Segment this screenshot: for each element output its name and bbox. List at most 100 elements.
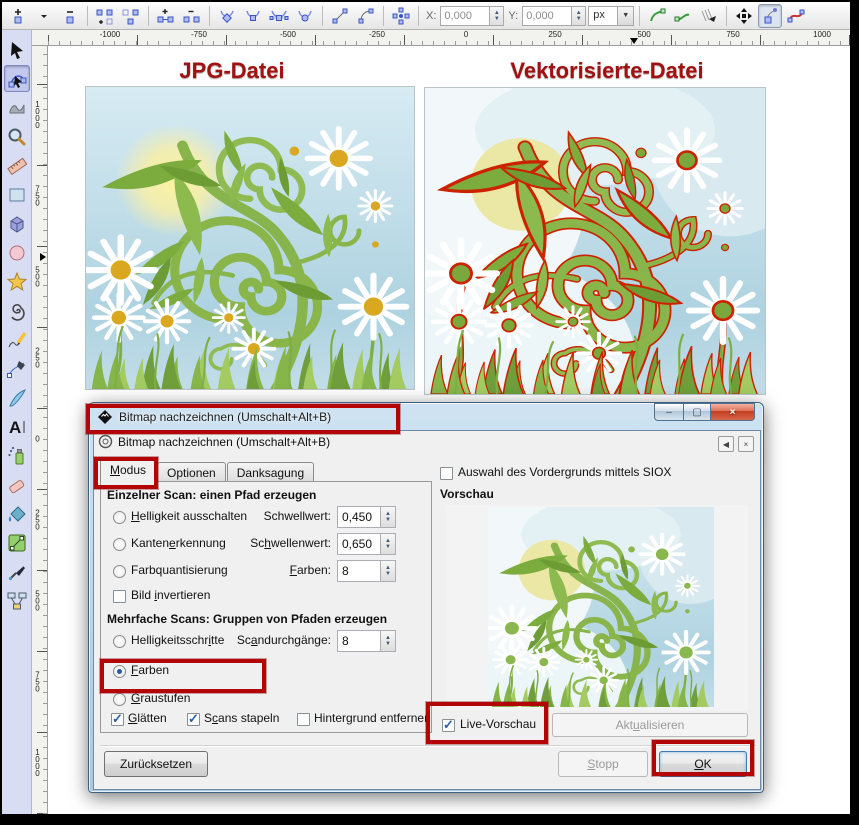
- delete-node-button[interactable]: [58, 4, 82, 28]
- vectorized-flower-image[interactable]: [424, 87, 766, 395]
- horizontal-ruler[interactable]: -1000 -750 -500 -250 0 250 500 750 1000: [32, 30, 850, 46]
- checkbox-hintergrund-entfernen[interactable]: [297, 713, 310, 726]
- outline-toggle[interactable]: [784, 4, 808, 28]
- curve-segment-button[interactable]: [354, 4, 378, 28]
- minimize-button[interactable]: –: [654, 403, 683, 421]
- corner-node-button[interactable]: [215, 4, 239, 28]
- checkbox-siox[interactable]: [440, 467, 453, 480]
- object-to-path-button[interactable]: [389, 4, 413, 28]
- farben-spinbox[interactable]: 8 ▲ ▼: [337, 560, 396, 582]
- y-spinner[interactable]: ▲ ▼: [572, 5, 587, 26]
- x-spinner[interactable]: ▲ ▼: [490, 5, 505, 26]
- tab-optionen[interactable]: Optionen: [157, 462, 226, 482]
- dialog-titlebar[interactable]: Bitmap nachzeichnen (Umschalt+Alt+B) – ▢…: [89, 403, 763, 430]
- spinner-down-icon[interactable]: ▼: [385, 571, 391, 577]
- star-tool[interactable]: [4, 268, 30, 295]
- checkbox-live-vorschau[interactable]: [442, 717, 455, 733]
- ok-button[interactable]: OK: [659, 751, 747, 777]
- y-coord-field[interactable]: 0,000 ▲ ▼: [522, 5, 587, 26]
- spinner-down-icon[interactable]: ▼: [385, 517, 391, 523]
- checkbox-glaetten[interactable]: [111, 711, 124, 727]
- join-nodes-button[interactable]: [119, 4, 143, 28]
- schwellenwert-spinbox[interactable]: 0,650 ▲ ▼: [337, 533, 396, 555]
- schwellwert-spinbox[interactable]: 0,450 ▲ ▼: [337, 506, 396, 528]
- radio-helligkeit-ausschalten[interactable]: [113, 511, 126, 524]
- radio-label[interactable]: Farbquantisierung: [131, 563, 228, 577]
- radio-graustufen[interactable]: [113, 693, 126, 706]
- spin-value[interactable]: 8: [337, 560, 381, 582]
- checkbox-scans-stapeln[interactable]: [187, 711, 200, 727]
- edit-mask-button[interactable]: [671, 4, 695, 28]
- spinner-down-icon[interactable]: ▼: [385, 544, 391, 550]
- checkbox-bild-invertieren[interactable]: [113, 590, 126, 603]
- radio-farben[interactable]: [113, 665, 126, 678]
- radio-kantenerkennung[interactable]: [113, 538, 126, 551]
- x-coord-field[interactable]: 0,000 ▲ ▼: [440, 5, 505, 26]
- ellipse-tool[interactable]: [4, 239, 30, 266]
- spinner-arrows[interactable]: ▲ ▼: [381, 630, 396, 652]
- x-coord-input[interactable]: 0,000: [440, 5, 491, 26]
- spinner-down-icon[interactable]: ▼: [576, 16, 582, 22]
- line-segment-button[interactable]: [328, 4, 352, 28]
- jpg-flower-image[interactable]: [85, 86, 415, 390]
- panel-dock-button[interactable]: ◀: [718, 436, 734, 452]
- spinner-arrows[interactable]: ▲ ▼: [381, 560, 396, 582]
- radio-label[interactable]: Graustufen: [131, 691, 190, 705]
- symmetric-node-button[interactable]: [267, 4, 291, 28]
- radio-label[interactable]: Kantenerkennung: [131, 536, 226, 550]
- spin-value[interactable]: 8: [337, 630, 381, 652]
- spinner-down-icon[interactable]: ▼: [494, 16, 500, 22]
- tab-modus[interactable]: Modus: [100, 459, 157, 482]
- y-coord-input[interactable]: 0,000: [522, 5, 573, 26]
- dropdown-icon[interactable]: ▼: [618, 5, 635, 26]
- delete-segment-button[interactable]: [180, 4, 204, 28]
- spinner-arrows[interactable]: ▲ ▼: [381, 506, 396, 528]
- insert-node-menu-caret[interactable]: [32, 4, 56, 28]
- selector-tool[interactable]: [4, 36, 30, 63]
- zoom-tool[interactable]: [4, 123, 30, 150]
- transform-handles-toggle[interactable]: [732, 4, 756, 28]
- auto-node-button[interactable]: [293, 4, 317, 28]
- bezier-handles-toggle[interactable]: [758, 3, 783, 28]
- siox-label[interactable]: Auswahl des Vordergrunds mittels SIOX: [458, 465, 671, 479]
- spinner-arrows[interactable]: ▲ ▼: [381, 533, 396, 555]
- edit-clip-path-button[interactable]: [645, 4, 669, 28]
- spin-value[interactable]: 0,450: [337, 506, 381, 528]
- gradient-tool[interactable]: [4, 529, 30, 556]
- spin-value[interactable]: 0,650: [337, 533, 381, 555]
- maximize-button[interactable]: ▢: [683, 403, 710, 421]
- measure-tool[interactable]: [4, 152, 30, 179]
- join-with-segment-button[interactable]: [154, 4, 178, 28]
- unit-value[interactable]: px: [588, 5, 619, 26]
- insert-node-button[interactable]: [6, 4, 30, 28]
- tweak-tool[interactable]: [4, 94, 30, 121]
- calligraphy-tool[interactable]: [4, 384, 30, 411]
- close-button[interactable]: ×: [710, 403, 755, 421]
- bezier-pen-tool[interactable]: [4, 355, 30, 382]
- vertical-ruler[interactable]: 1000 750 500 250 0 250 500 750 1000: [32, 46, 48, 814]
- checkbox-label[interactable]: Bild invertieren: [131, 588, 210, 602]
- paint-bucket-tool[interactable]: [4, 500, 30, 527]
- text-tool[interactable]: A: [4, 413, 30, 440]
- spray-tool[interactable]: [4, 442, 30, 469]
- radio-helligkeitsschritte[interactable]: [113, 635, 126, 648]
- pencil-tool[interactable]: [4, 326, 30, 353]
- rectangle-tool[interactable]: [4, 181, 30, 208]
- live-vorschau-label[interactable]: Live-Vorschau: [460, 717, 536, 731]
- smooth-node-button[interactable]: [241, 4, 265, 28]
- panel-close-button[interactable]: ×: [738, 436, 754, 452]
- checkbox-label[interactable]: Hintergrund entfernen: [314, 711, 431, 725]
- scandurchgaenge-spinbox[interactable]: 8 ▲ ▼: [337, 630, 396, 652]
- checkbox-label[interactable]: Glätten: [128, 711, 167, 725]
- dropper-tool[interactable]: [4, 558, 30, 585]
- stopp-button[interactable]: Stopp: [558, 751, 648, 777]
- break-path-button[interactable]: [93, 4, 117, 28]
- spinner-down-icon[interactable]: ▼: [385, 641, 391, 647]
- radio-farbquantisierung[interactable]: [113, 565, 126, 578]
- connector-tool[interactable]: [4, 587, 30, 614]
- radio-label[interactable]: Helligkeitsschritte: [131, 633, 224, 647]
- radio-label[interactable]: Farben: [131, 663, 169, 677]
- next-path-effect-param-button[interactable]: [697, 4, 721, 28]
- eraser-tool[interactable]: [4, 471, 30, 498]
- node-editor-tool[interactable]: [3, 65, 30, 92]
